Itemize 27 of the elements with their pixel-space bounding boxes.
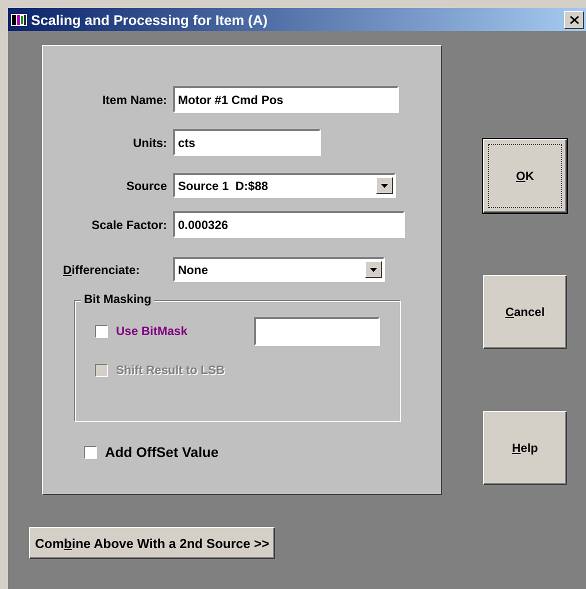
group-title: Bit Masking — [81, 292, 154, 306]
checkbox-label: Shift Result to LSB — [116, 363, 225, 377]
field-label: Scale Factor: — [92, 218, 167, 232]
close-icon — [570, 16, 578, 24]
field-label: Differenciate: — [63, 262, 140, 276]
window-title: Scaling and Processing for Item (A) — [31, 12, 268, 28]
field-label: Item Name: — [102, 92, 167, 106]
close-button[interactable] — [564, 10, 584, 28]
dialog-button[interactable]: Cancel — [483, 275, 567, 349]
checkbox[interactable] — [95, 324, 108, 338]
input-field[interactable]: 0.000326 — [173, 211, 405, 238]
input-field[interactable] — [254, 316, 380, 346]
dialog-button[interactable]: OK — [483, 139, 567, 213]
caret-icon[interactable] — [376, 177, 393, 194]
dialog-button[interactable]: Help — [483, 411, 567, 485]
input-field[interactable]: Motor #1 Cmd Pos — [173, 86, 399, 113]
dropdown[interactable]: None — [173, 257, 385, 282]
dropdown[interactable]: Source 1 D:$88 — [173, 173, 396, 198]
caret-icon[interactable] — [365, 261, 382, 278]
app-icon — [11, 12, 27, 26]
combine-button[interactable]: Combine Above With a 2nd Source >> — [29, 527, 276, 559]
field-label: Units: — [133, 136, 167, 150]
field-label: Source — [126, 178, 167, 192]
checkbox[interactable] — [84, 446, 97, 458]
checkbox-label: Add OffSet Value — [105, 444, 219, 460]
checkbox-label: Use BitMask — [116, 324, 188, 338]
input-field[interactable]: cts — [173, 129, 321, 156]
